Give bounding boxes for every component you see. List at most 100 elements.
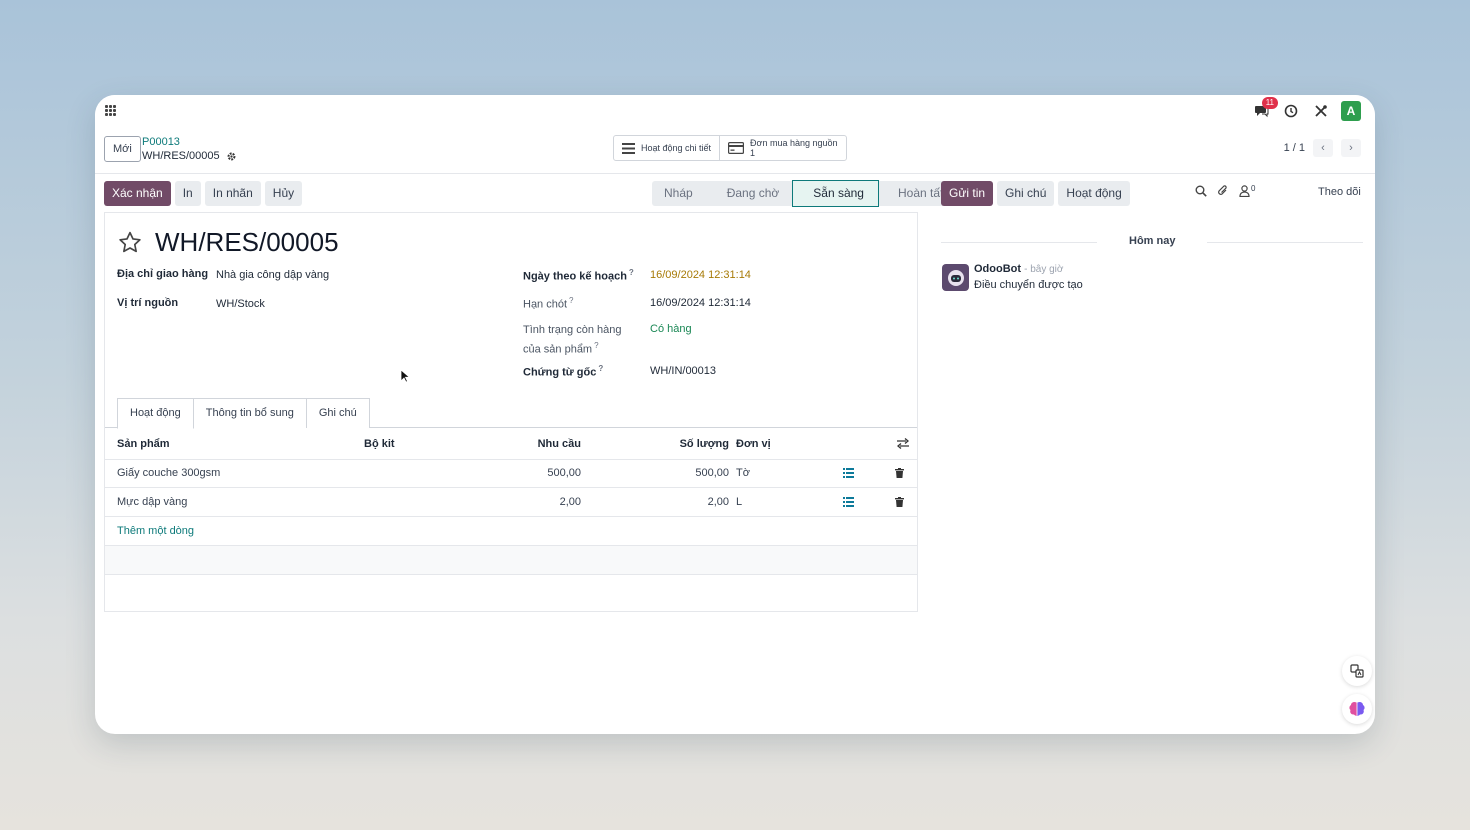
scheduled-date-field[interactable]: 16/09/2024 12:31:14 — [650, 269, 751, 281]
debug-tools-icon[interactable] — [1311, 101, 1331, 121]
availability-field: Có hàng — [650, 323, 692, 335]
paperclip-icon[interactable] — [1217, 184, 1229, 197]
detailed-operations-button[interactable]: Hoạt động chi tiết — [614, 136, 719, 160]
apps-menu-icon[interactable] — [105, 105, 116, 116]
gear-icon[interactable] — [226, 151, 237, 162]
list-icon — [622, 142, 635, 154]
date-divider-label: Hôm nay — [1129, 235, 1176, 247]
delete-row-icon[interactable] — [895, 468, 904, 480]
row-product[interactable]: Mực dập vàng — [117, 488, 187, 516]
chatter-tools: 0 — [1195, 184, 1255, 197]
source-document-label: Chứng từ gốc? — [523, 364, 604, 379]
empty-row — [105, 575, 917, 603]
empty-row — [105, 546, 917, 575]
column-uom[interactable]: Đơn vị — [736, 429, 771, 459]
row-demand[interactable]: 2,00 — [505, 488, 581, 516]
systray: 11 A — [1251, 97, 1361, 121]
search-icon[interactable] — [1195, 185, 1207, 197]
tab-additional-info[interactable]: Thông tin bổ sung — [192, 398, 307, 428]
stage-waiting[interactable]: Đang chờ — [706, 181, 794, 206]
mouse-cursor-icon — [400, 369, 410, 383]
column-product[interactable]: Sản phẩm — [117, 429, 170, 459]
row-uom[interactable]: L — [736, 488, 742, 516]
record-title: WH/RES/00005 — [155, 227, 339, 257]
row-uom[interactable]: Tờ — [736, 459, 750, 487]
row-quantity[interactable]: 500,00 — [655, 459, 729, 487]
column-kit[interactable]: Bộ kit — [364, 429, 395, 459]
messages-badge: 11 — [1261, 97, 1278, 109]
log-note-button[interactable]: Ghi chú — [997, 181, 1055, 206]
optional-columns-icon[interactable] — [896, 438, 910, 452]
status-bar: Nháp Đang chờ Sẵn sàng Hoàn tất — [652, 180, 958, 207]
breadcrumb-current-label: WH/RES/00005 — [142, 150, 220, 162]
confirm-button[interactable]: Xác nhận — [104, 181, 171, 206]
translate-icon[interactable] — [1342, 656, 1372, 686]
pager-previous-icon[interactable]: ‹ — [1313, 139, 1333, 157]
user-avatar[interactable]: A — [1341, 101, 1361, 121]
column-demand[interactable]: Nhu cầu — [505, 429, 581, 459]
table-row[interactable]: Mực dập vàng 2,00 2,00 L — [105, 488, 917, 517]
source-po-label: Đơn mua hàng nguồn — [750, 138, 838, 148]
deadline-label: Hạn chót? — [523, 296, 574, 311]
follow-button[interactable]: Theo dõi — [1318, 186, 1361, 198]
odoobot-avatar — [942, 264, 969, 291]
date-divider: Hôm nay — [941, 235, 1363, 249]
availability-label: Tình trạng còn hàng của sản phẩm? — [523, 324, 622, 356]
star-icon[interactable] — [117, 230, 143, 255]
message-author: OdooBot - bây giờ — [974, 263, 1063, 275]
messages-icon[interactable]: 11 — [1251, 97, 1278, 121]
details-list-icon[interactable] — [843, 468, 854, 480]
stage-draft[interactable]: Nháp — [652, 181, 707, 206]
table-row[interactable]: Giấy couche 300gsm 500,00 500,00 Tờ — [105, 459, 917, 488]
send-message-button[interactable]: Gửi tin — [941, 181, 994, 206]
message-time: - bây giờ — [1024, 264, 1064, 275]
user-icon — [1239, 184, 1250, 197]
message-body: Điều chuyển được tạo — [974, 279, 1083, 291]
source-location-field[interactable]: WH/Stock — [216, 298, 265, 310]
top-navbar: 11 A — [95, 95, 1375, 127]
form-action-bar: Xác nhận In In nhãn Hủy — [104, 181, 303, 206]
tab-operations[interactable]: Hoạt động — [117, 398, 194, 429]
moves-table-header: Sản phẩm Bộ kit Nhu cầu Số lượng Đơn vị — [105, 429, 917, 460]
message-author-name[interactable]: OdooBot — [974, 263, 1021, 275]
new-button[interactable]: Mới — [104, 136, 141, 162]
source-document-field[interactable]: WH/IN/00013 — [650, 365, 716, 377]
print-button[interactable]: In — [174, 181, 201, 206]
notebook-tabs: Hoạt động Thông tin bổ sung Ghi chú — [117, 398, 370, 429]
chatter-actions: Gửi tin Ghi chú Hoạt động — [941, 181, 1130, 206]
stage-ready[interactable]: Sẵn sàng — [792, 180, 879, 207]
followers-count: 0 — [1251, 183, 1256, 193]
details-list-icon[interactable] — [843, 497, 854, 509]
title-row: WH/RES/00005 — [117, 227, 339, 258]
smart-buttons: Hoạt động chi tiết Đơn mua hàng nguồn 1 — [613, 135, 847, 161]
column-quantity[interactable]: Số lượng — [655, 429, 729, 459]
source-po-button[interactable]: Đơn mua hàng nguồn 1 — [719, 136, 845, 160]
row-demand[interactable]: 500,00 — [505, 459, 581, 487]
tab-note[interactable]: Ghi chú — [305, 398, 370, 428]
activities-button[interactable]: Hoạt động — [1058, 181, 1130, 206]
credit-card-icon — [728, 142, 745, 154]
pager-next-icon[interactable]: › — [1341, 139, 1361, 157]
breadcrumb-current: WH/RES/00005 — [142, 150, 237, 162]
add-line-link[interactable]: Thêm một dòng — [117, 525, 194, 537]
source-po-count: 1 — [750, 148, 756, 158]
add-line-row — [105, 517, 917, 546]
deadline-field[interactable]: 16/09/2024 12:31:14 — [650, 297, 751, 309]
row-quantity[interactable]: 2,00 — [655, 488, 729, 516]
delivery-address-label: Địa chỉ giao hàng — [117, 268, 209, 280]
pager-value[interactable]: 1 / 1 — [1284, 142, 1305, 154]
ai-brain-icon[interactable] — [1342, 694, 1372, 724]
activity-clock-icon[interactable] — [1281, 101, 1301, 121]
print-labels-button[interactable]: In nhãn — [204, 181, 261, 206]
scheduled-date-label: Ngày theo kế hoạch? — [523, 268, 634, 283]
pager: 1 / 1 ‹ › — [1284, 139, 1361, 157]
delivery-address-field[interactable]: Nhà gia công dập vàng — [216, 269, 329, 281]
app-window: 11 A Mới P00013 WH/RES/00005 Hoạt động c… — [95, 95, 1375, 734]
detailed-operations-label: Hoạt động chi tiết — [641, 143, 712, 153]
control-panel: Mới P00013 WH/RES/00005 Hoạt động chi ti… — [95, 127, 1375, 174]
delete-row-icon[interactable] — [895, 497, 904, 509]
row-product[interactable]: Giấy couche 300gsm — [117, 459, 220, 487]
cancel-button[interactable]: Hủy — [264, 181, 303, 206]
followers-button[interactable]: 0 — [1239, 183, 1256, 197]
breadcrumb-parent-link[interactable]: P00013 — [142, 136, 180, 148]
